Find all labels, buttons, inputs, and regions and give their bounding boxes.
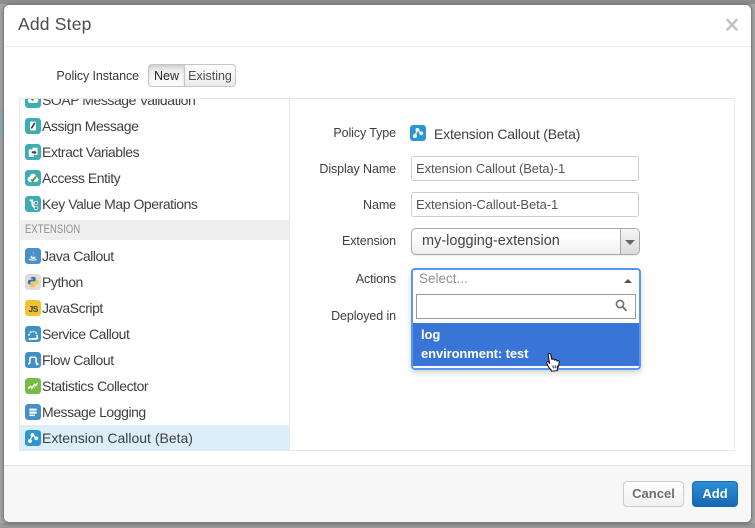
svg-text:JS: JS bbox=[28, 304, 38, 314]
